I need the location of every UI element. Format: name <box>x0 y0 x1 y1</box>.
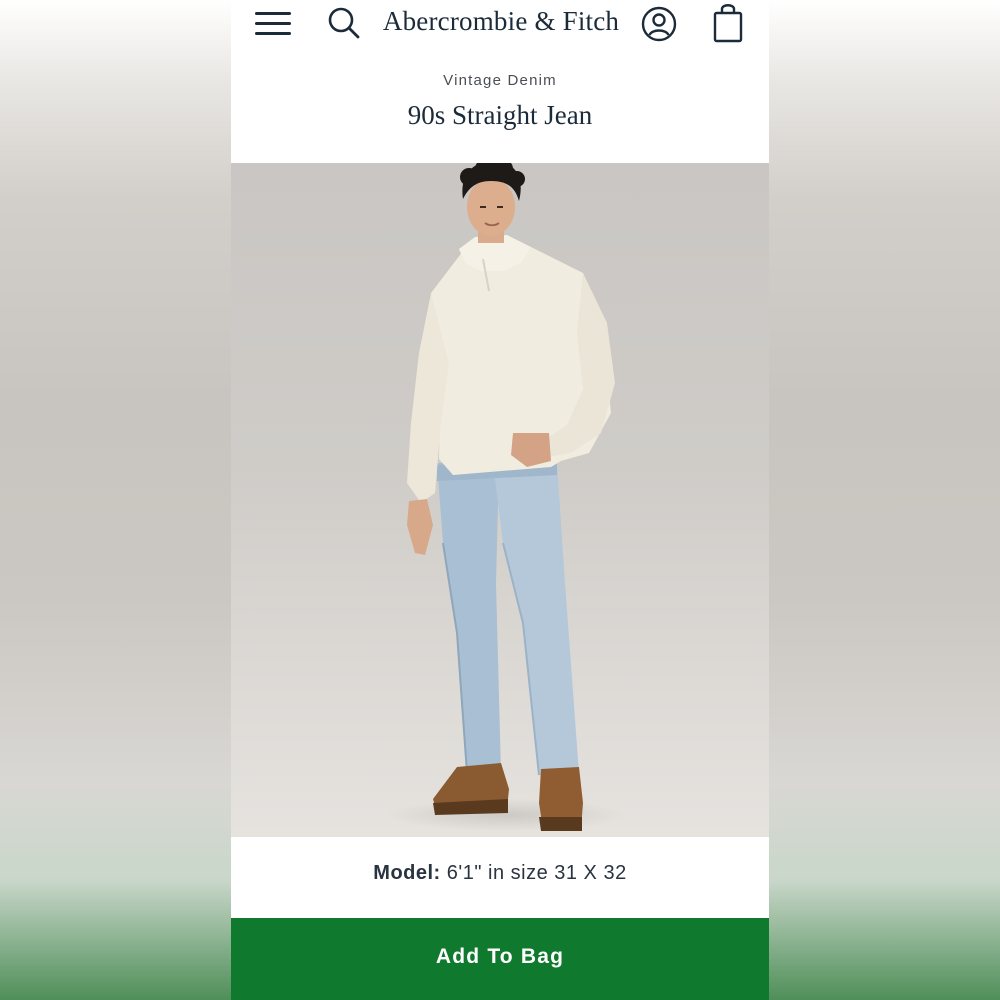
add-to-bag-button[interactable]: Add To Bag <box>231 918 769 1000</box>
product-page: Abercrombie & Fitch Vintage Denim 90s St… <box>231 0 769 1000</box>
model-illustration <box>386 159 626 831</box>
model-size-info: Model: 6'1" in size 31 X 32 <box>231 862 769 885</box>
product-category: Vintage Denim <box>443 72 557 89</box>
search-icon[interactable] <box>325 4 363 42</box>
account-icon[interactable] <box>639 4 679 44</box>
product-title: 90s Straight Jean <box>407 100 593 130</box>
model-info-label: Model: <box>373 862 441 884</box>
menu-icon[interactable] <box>253 8 293 38</box>
model-info-details: 6'1" in size 31 X 32 <box>446 862 627 884</box>
shopping-bag-icon[interactable] <box>709 2 747 44</box>
brand-logo[interactable]: Abercrombie & Fitch <box>381 6 621 37</box>
top-navigation-bar: Abercrombie & Fitch <box>231 0 769 50</box>
product-image[interactable] <box>231 159 769 837</box>
